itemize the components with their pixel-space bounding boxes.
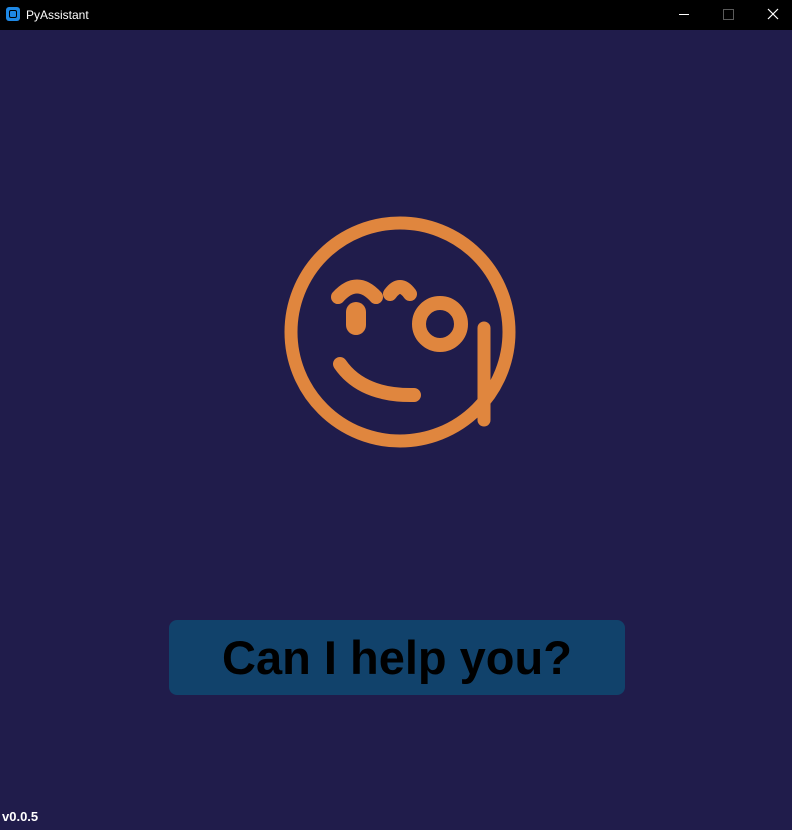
winking-monocle-face-icon bbox=[284, 216, 516, 448]
close-button[interactable] bbox=[750, 0, 792, 30]
prompt-button-label: Can I help you? bbox=[222, 631, 572, 684]
minimize-icon bbox=[679, 14, 689, 15]
window-title: PyAssistant bbox=[26, 8, 89, 22]
close-icon bbox=[767, 8, 779, 20]
can-i-help-you-button[interactable]: Can I help you? bbox=[169, 620, 625, 695]
version-label: v0.0.5 bbox=[2, 809, 39, 824]
maximize-button[interactable] bbox=[705, 0, 751, 30]
maximize-icon bbox=[723, 9, 734, 20]
title-bar[interactable]: PyAssistant bbox=[0, 0, 792, 30]
minimize-button[interactable] bbox=[661, 0, 707, 30]
app-window-icon bbox=[6, 7, 20, 21]
main-area: Can I help you? v0.0.5 bbox=[0, 30, 792, 830]
